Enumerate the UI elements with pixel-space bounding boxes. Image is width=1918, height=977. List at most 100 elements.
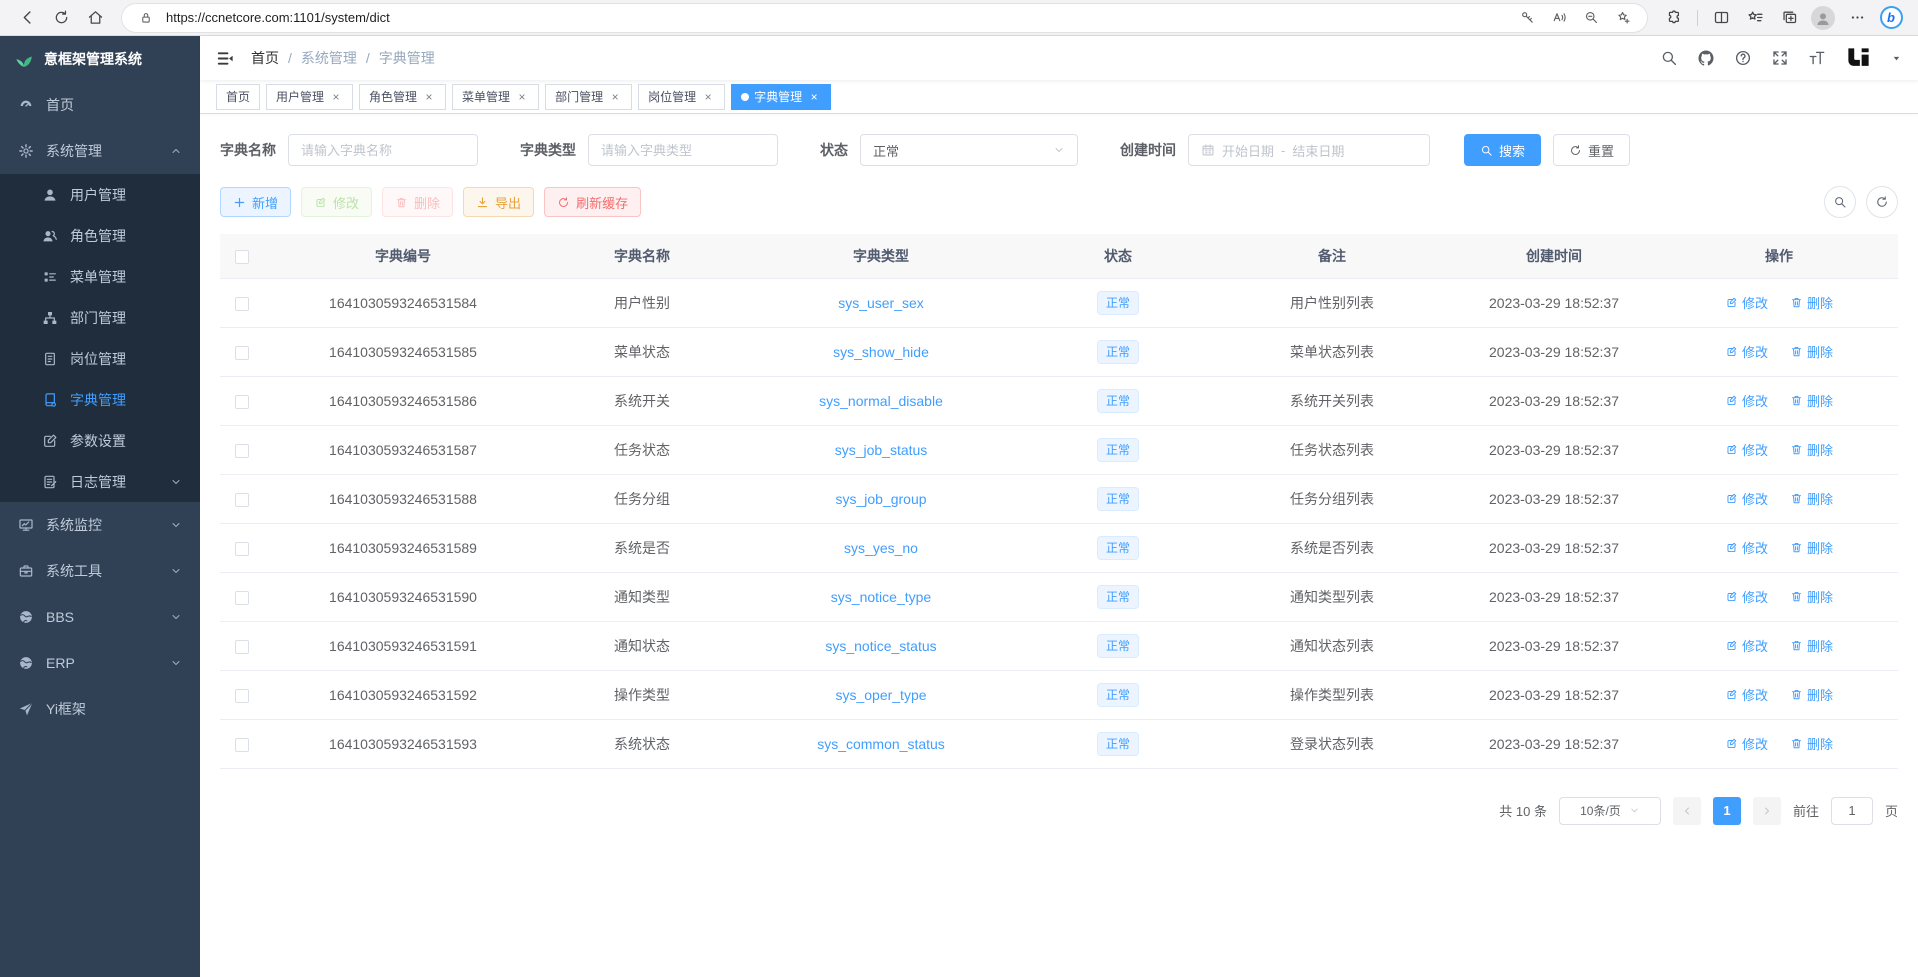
row-checkbox[interactable]: [235, 493, 249, 507]
search-icon[interactable]: [1660, 49, 1678, 67]
collections-icon[interactable]: [1740, 3, 1770, 33]
dict-type-link[interactable]: sys_job_group: [742, 474, 1020, 523]
refresh-table-button[interactable]: [1866, 186, 1898, 218]
sidebar-item-yi-framework[interactable]: Yi框架: [0, 686, 200, 732]
dict-type-link[interactable]: sys_job_status: [742, 425, 1020, 474]
row-edit-link[interactable]: 修改: [1725, 734, 1768, 753]
profile-avatar[interactable]: [1808, 3, 1838, 33]
row-delete-link[interactable]: 删除: [1790, 342, 1833, 361]
tab-dept-mgmt[interactable]: 部门管理×: [545, 84, 632, 110]
help-icon[interactable]: [1734, 49, 1752, 67]
row-checkbox[interactable]: [235, 297, 249, 311]
row-edit-link[interactable]: 修改: [1725, 440, 1768, 459]
dict-type-link[interactable]: sys_show_hide: [742, 327, 1020, 376]
close-icon[interactable]: ×: [422, 90, 436, 104]
row-delete-link[interactable]: 删除: [1790, 685, 1833, 704]
dict-type-link[interactable]: sys_notice_status: [742, 621, 1020, 670]
row-checkbox[interactable]: [235, 395, 249, 409]
tab-home[interactable]: 首页: [216, 84, 260, 110]
sidebar-item-bbs[interactable]: BBS: [0, 594, 200, 640]
row-checkbox[interactable]: [235, 444, 249, 458]
dict-type-link[interactable]: sys_normal_disable: [742, 376, 1020, 425]
row-edit-link[interactable]: 修改: [1725, 391, 1768, 410]
row-edit-link[interactable]: 修改: [1725, 587, 1768, 606]
tab-groups-icon[interactable]: [1774, 3, 1804, 33]
close-icon[interactable]: ×: [608, 90, 622, 104]
home-icon[interactable]: [80, 3, 110, 33]
edit-button[interactable]: 修改: [301, 187, 372, 217]
row-checkbox[interactable]: [235, 689, 249, 703]
reload-icon[interactable]: [46, 3, 76, 33]
tab-dict-mgmt[interactable]: 字典管理×: [731, 84, 831, 110]
sidebar-item-system[interactable]: 系统管理: [0, 128, 200, 174]
add-button[interactable]: 新增: [220, 187, 291, 217]
extensions-icon[interactable]: [1659, 3, 1689, 33]
row-delete-link[interactable]: 删除: [1790, 538, 1833, 557]
zoom-out-icon[interactable]: [1579, 6, 1603, 30]
prev-page-button[interactable]: [1673, 797, 1701, 825]
caret-down-icon[interactable]: [1891, 53, 1902, 64]
select-all-checkbox[interactable]: [235, 250, 249, 264]
search-button[interactable]: 搜索: [1464, 134, 1541, 166]
back-icon[interactable]: [12, 3, 42, 33]
breadcrumb-home[interactable]: 首页: [251, 48, 279, 68]
row-delete-link[interactable]: 删除: [1790, 440, 1833, 459]
sidebar-item-post-mgmt[interactable]: 岗位管理: [0, 338, 200, 379]
delete-button[interactable]: 删除: [382, 187, 453, 217]
url-text[interactable]: https://ccnetcore.com:1101/system/dict: [166, 10, 1507, 25]
date-range-picker[interactable]: 开始日期 - 结束日期: [1188, 134, 1430, 166]
close-icon[interactable]: ×: [329, 90, 343, 104]
tab-post-mgmt[interactable]: 岗位管理×: [638, 84, 725, 110]
font-size-icon[interactable]: [1808, 49, 1826, 67]
dict-type-link[interactable]: sys_notice_type: [742, 572, 1020, 621]
row-edit-link[interactable]: 修改: [1725, 342, 1768, 361]
row-checkbox[interactable]: [235, 346, 249, 360]
sidebar-item-dict-mgmt[interactable]: 字典管理: [0, 379, 200, 420]
export-button[interactable]: 导出: [463, 187, 534, 217]
page-number-1[interactable]: 1: [1713, 797, 1741, 825]
row-delete-link[interactable]: 删除: [1790, 489, 1833, 508]
sidebar-item-dept-mgmt[interactable]: 部门管理: [0, 297, 200, 338]
row-edit-link[interactable]: 修改: [1725, 538, 1768, 557]
row-edit-link[interactable]: 修改: [1725, 636, 1768, 655]
dict-type-link[interactable]: sys_common_status: [742, 719, 1020, 768]
tab-user-mgmt[interactable]: 用户管理×: [266, 84, 353, 110]
status-select[interactable]: 正常: [860, 134, 1078, 166]
dict-type-input[interactable]: [601, 143, 765, 158]
user-logo-avatar[interactable]: [1845, 45, 1872, 72]
row-edit-link[interactable]: 修改: [1725, 685, 1768, 704]
row-checkbox[interactable]: [235, 542, 249, 556]
add-favorite-icon[interactable]: [1611, 6, 1635, 30]
close-icon[interactable]: ×: [807, 90, 821, 104]
row-delete-link[interactable]: 删除: [1790, 293, 1833, 312]
sidebar-item-log-mgmt[interactable]: 日志管理: [0, 461, 200, 502]
bing-chat-icon[interactable]: b: [1876, 3, 1906, 33]
row-delete-link[interactable]: 删除: [1790, 734, 1833, 753]
reset-button[interactable]: 重置: [1553, 134, 1630, 166]
more-icon[interactable]: [1842, 3, 1872, 33]
row-delete-link[interactable]: 删除: [1790, 391, 1833, 410]
tab-role-mgmt[interactable]: 角色管理×: [359, 84, 446, 110]
row-edit-link[interactable]: 修改: [1725, 489, 1768, 508]
sidebar-item-role-mgmt[interactable]: 角色管理: [0, 215, 200, 256]
sidebar-item-user-mgmt[interactable]: 用户管理: [0, 174, 200, 215]
github-icon[interactable]: [1697, 49, 1715, 67]
row-delete-link[interactable]: 删除: [1790, 636, 1833, 655]
dict-name-input[interactable]: [301, 143, 465, 158]
dict-type-link[interactable]: sys_yes_no: [742, 523, 1020, 572]
sidebar-item-param-settings[interactable]: 参数设置: [0, 420, 200, 461]
fullscreen-icon[interactable]: [1771, 49, 1789, 67]
refresh-cache-button[interactable]: 刷新缓存: [544, 187, 641, 217]
close-icon[interactable]: ×: [515, 90, 529, 104]
page-size-select[interactable]: 10条/页: [1559, 797, 1661, 825]
key-icon[interactable]: [1515, 6, 1539, 30]
close-icon[interactable]: ×: [701, 90, 715, 104]
goto-page-input[interactable]: [1831, 797, 1873, 825]
sidebar-item-home[interactable]: 首页: [0, 82, 200, 128]
show-search-toggle-button[interactable]: [1824, 186, 1856, 218]
split-screen-icon[interactable]: [1706, 3, 1736, 33]
dict-type-link[interactable]: sys_user_sex: [742, 278, 1020, 327]
tab-menu-mgmt[interactable]: 菜单管理×: [452, 84, 539, 110]
address-bar[interactable]: https://ccnetcore.com:1101/system/dict: [122, 4, 1647, 32]
dict-type-link[interactable]: sys_oper_type: [742, 670, 1020, 719]
